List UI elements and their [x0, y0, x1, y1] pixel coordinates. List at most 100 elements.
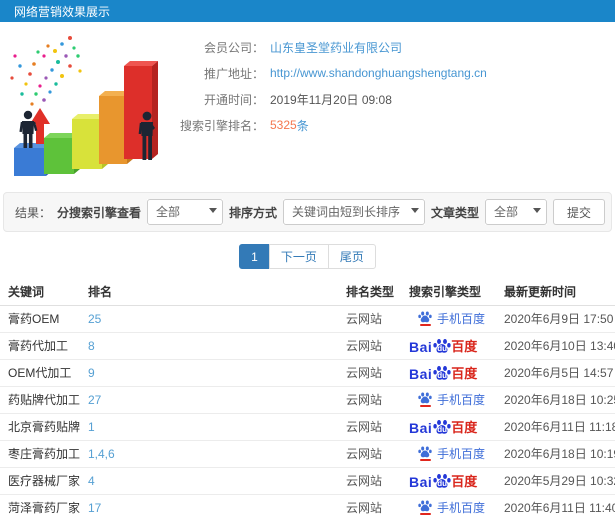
baidu-logo-badge[interactable]: Bai du 百度: [409, 471, 477, 490]
baidu-paw-icon: du: [433, 365, 451, 381]
table-row: 北京膏药贴牌 1 云网站 Bai du 百度 2020年6月11日 11:18: [0, 413, 615, 441]
update-time-cell: 2020年6月5日 14:57: [500, 359, 615, 387]
confetti-dots: [10, 36, 82, 106]
baidu-paw-icon: [418, 446, 432, 461]
open-time-value: 2019年11月20日 09:08: [270, 92, 392, 107]
open-time-label: 开通时间：: [203, 92, 264, 107]
engine-cell: 手机百度: [405, 305, 500, 333]
update-time-cell: 2020年6月18日 10:19: [500, 440, 615, 468]
engine-cell: Bai du 百度: [405, 359, 500, 387]
account-info-section: 会员公司： 山东皇圣堂药业有限公司 推广地址： http://www.shand…: [0, 22, 615, 186]
keyword-cell: 膏药代加工: [0, 332, 84, 360]
table-row: 枣庄膏药加工 1,4,6 云网站 手机百度 2020年6月18日 10:19: [0, 440, 615, 468]
mobile-baidu-badge[interactable]: 手机百度: [418, 445, 485, 462]
rank-type-cell: 云网站: [342, 332, 405, 360]
mobile-baidu-label: 手机百度: [437, 501, 486, 515]
last-page-button[interactable]: 尾页: [327, 244, 376, 269]
pagination: 1 下一页 尾页: [0, 244, 615, 269]
next-page-button[interactable]: 下一页: [268, 244, 329, 269]
results-table-header-row: 关键词 排名 排名类型 搜索引擎类型 最新更新时间: [0, 278, 615, 306]
red-underline: [419, 324, 431, 326]
rank-type-cell: 云网站: [342, 413, 405, 441]
rank-cell[interactable]: 9: [84, 359, 342, 387]
mobile-baidu-label: 手机百度: [437, 312, 486, 326]
rank-cell[interactable]: 25: [84, 305, 342, 333]
rank-cell[interactable]: 17: [84, 494, 342, 520]
mobile-baidu-badge[interactable]: 手机百度: [418, 310, 485, 327]
rank-type-cell: 云网站: [342, 359, 405, 387]
submit-button[interactable]: 提交: [552, 199, 605, 225]
mobile-baidu-label: 手机百度: [437, 393, 486, 407]
update-time-cell: 2020年5月29日 10:32: [500, 467, 615, 495]
baidu-logo-bai: Bai: [409, 366, 433, 382]
update-time-cell: 2020年6月11日 11:18: [500, 413, 615, 441]
open-time-row: 开通时间： 2019年11月20日 09:08: [180, 86, 487, 112]
table-row: 菏泽膏药厂家 17 云网站 手机百度 2020年6月11日 11:40: [0, 494, 615, 520]
rank-type-cell: 云网站: [342, 305, 405, 333]
member-company-link[interactable]: 山东皇圣堂药业有限公司: [270, 39, 402, 56]
red-underline: [419, 405, 431, 407]
rank-cell[interactable]: 1: [84, 413, 342, 441]
filter-controls: 分搜索引擎查看 全部 排序方式 关键词由短到长排序 文章类型 全部 提交: [57, 199, 605, 225]
table-row: 医疗器械厂家 4 云网站 Bai du 百度 2020年5月29日 10:32: [0, 467, 615, 495]
results-table-body: 膏药OEM 25 云网站 手机百度 2020年6月9日 17:50 膏药代加工 …: [0, 305, 615, 520]
page-1-button[interactable]: 1: [239, 244, 270, 269]
baidu-logo-du: du: [437, 425, 448, 434]
baidu-paw-icon: du: [433, 419, 451, 435]
baidu-paw-icon: [418, 392, 432, 407]
keyword-cell: 药贴牌代加工: [0, 386, 84, 414]
article-type-select[interactable]: 全部: [484, 199, 547, 225]
results-table: 关键词 排名 排名类型 搜索引擎类型 最新更新时间 膏药OEM 25 云网站 手: [0, 278, 615, 520]
table-row: 膏药OEM 25 云网站 手机百度 2020年6月9日 17:50: [0, 305, 615, 333]
engine-filter-select-wrap: 全部: [146, 199, 223, 225]
header-keyword: 关键词: [0, 278, 84, 306]
title-bar: 网络营销效果展示: [0, 0, 615, 22]
header-update-time: 最新更新时间: [500, 278, 615, 306]
engine-cell: 手机百度: [405, 386, 500, 414]
promo-url-link[interactable]: http://www.shandonghuangshengtang.cn: [270, 66, 487, 80]
ranking-count-row: 搜索引擎排名： 5325 条: [180, 112, 487, 138]
result-label: 结果：: [15, 205, 52, 220]
rank-type-cell: 云网站: [342, 494, 405, 520]
baidu-logo-du: du: [437, 344, 448, 353]
engine-cell: Bai du 百度: [405, 467, 500, 495]
keyword-cell: 菏泽膏药厂家: [0, 494, 84, 520]
sort-filter-select-wrap: 关键词由短到长排序: [282, 199, 425, 225]
engine-cell: 手机百度: [405, 440, 500, 468]
red-underline: [419, 459, 431, 461]
ranking-count-label: 搜索引擎排名：: [180, 118, 265, 133]
header-engine-type: 搜索引擎类型: [405, 278, 500, 306]
rank-cell[interactable]: 4: [84, 467, 342, 495]
baidu-logo-bai: Bai: [409, 339, 433, 355]
baidu-logo-badge[interactable]: Bai du 百度: [409, 417, 477, 436]
table-row: OEM代加工 9 云网站 Bai du 百度 2020年6月5日 14:57: [0, 359, 615, 387]
ranking-count-value: 5325: [270, 118, 297, 132]
rank-type-cell: 云网站: [342, 386, 405, 414]
sort-filter-select[interactable]: 关键词由短到长排序: [282, 199, 425, 225]
baidu-paw-icon: du: [433, 338, 451, 354]
baidu-logo-cn: 百度: [451, 474, 478, 489]
engine-cell: Bai du 百度: [405, 413, 500, 441]
rank-cell[interactable]: 1,4,6: [84, 440, 342, 468]
table-row: 膏药代加工 8 云网站 Bai du 百度 2020年6月10日 13:40: [0, 332, 615, 360]
rank-type-cell: 云网站: [342, 440, 405, 468]
rank-type-cell: 云网站: [342, 467, 405, 495]
article-type-select-wrap: 全部: [484, 199, 547, 225]
bar-red: [124, 61, 158, 159]
growth-chart-illustration: [10, 36, 158, 176]
header-rank-type: 排名类型: [342, 278, 405, 306]
keyword-cell: 枣庄膏药加工: [0, 440, 84, 468]
baidu-logo-du: du: [437, 371, 448, 380]
ranking-count-suffix: 条: [296, 118, 309, 133]
mobile-baidu-badge[interactable]: 手机百度: [418, 391, 485, 408]
baidu-paw-icon: du: [433, 473, 451, 489]
engine-filter-select[interactable]: 全部: [146, 199, 223, 225]
engine-cell: 手机百度: [405, 494, 500, 520]
baidu-logo-badge[interactable]: Bai du 百度: [409, 336, 477, 355]
rank-cell[interactable]: 8: [84, 332, 342, 360]
rank-cell[interactable]: 27: [84, 386, 342, 414]
mobile-baidu-badge[interactable]: 手机百度: [418, 499, 485, 516]
baidu-logo-du: du: [437, 479, 448, 488]
update-time-cell: 2020年6月11日 11:40: [500, 494, 615, 520]
baidu-logo-badge[interactable]: Bai du 百度: [409, 363, 477, 382]
